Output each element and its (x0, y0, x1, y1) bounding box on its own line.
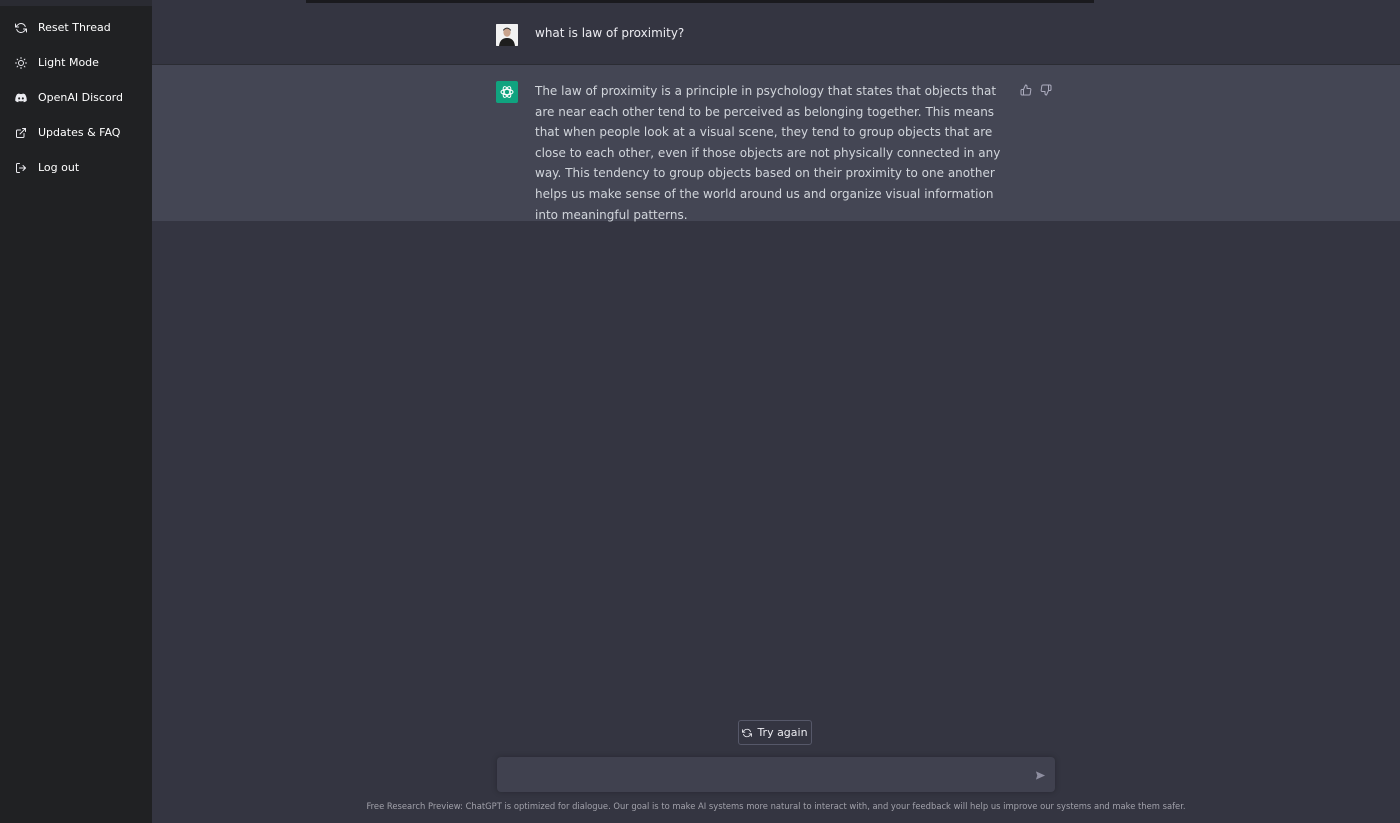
sidebar-item-reset-thread[interactable]: Reset Thread (0, 14, 152, 42)
sidebar-item-light-mode[interactable]: Light Mode (0, 49, 152, 77)
top-edge-bar (306, 0, 1094, 3)
thumbs-down-icon[interactable] (1039, 83, 1053, 97)
refresh-icon (14, 21, 28, 35)
user-message-text: what is law of proximity? (535, 26, 685, 40)
send-icon[interactable] (1033, 768, 1047, 782)
discord-icon (14, 91, 28, 105)
sidebar-top-divider (0, 0, 152, 6)
sidebar-item-label: Reset Thread (38, 21, 111, 34)
sidebar-item-log-out[interactable]: Log out (0, 154, 152, 182)
sidebar-item-label: Light Mode (38, 56, 99, 69)
assistant-message-row: The law of proximity is a principle in p… (152, 65, 1400, 222)
thumbs-up-icon[interactable] (1019, 83, 1033, 97)
user-message-row: what is law of proximity? (152, 0, 1400, 65)
message-input[interactable] (507, 757, 1021, 794)
refresh-icon (742, 728, 753, 738)
sidebar-item-label: Log out (38, 161, 80, 174)
try-again-button[interactable]: Try again (738, 720, 812, 745)
external-link-icon (14, 126, 28, 140)
try-again-label: Try again (757, 726, 808, 739)
sidebar-item-label: OpenAI Discord (38, 91, 123, 104)
logout-icon (14, 161, 28, 175)
message-composer (497, 757, 1055, 794)
footer-disclaimer: Free Research Preview: ChatGPT is optimi… (366, 801, 1186, 811)
chat-area: what is law of proximity? The law of pro… (152, 0, 1400, 823)
sidebar-item-openai-discord[interactable]: OpenAI Discord (0, 84, 152, 112)
sun-icon (14, 56, 28, 70)
sidebar-item-updates-faq[interactable]: Updates & FAQ (0, 119, 152, 147)
user-avatar (496, 24, 518, 46)
sidebar-item-label: Updates & FAQ (38, 126, 121, 139)
sidebar: Reset Thread Light Mode OpenAI Discord U… (0, 0, 152, 823)
assistant-message-text: The law of proximity is a principle in p… (535, 84, 1001, 222)
chatgpt-logo-icon (496, 81, 518, 103)
